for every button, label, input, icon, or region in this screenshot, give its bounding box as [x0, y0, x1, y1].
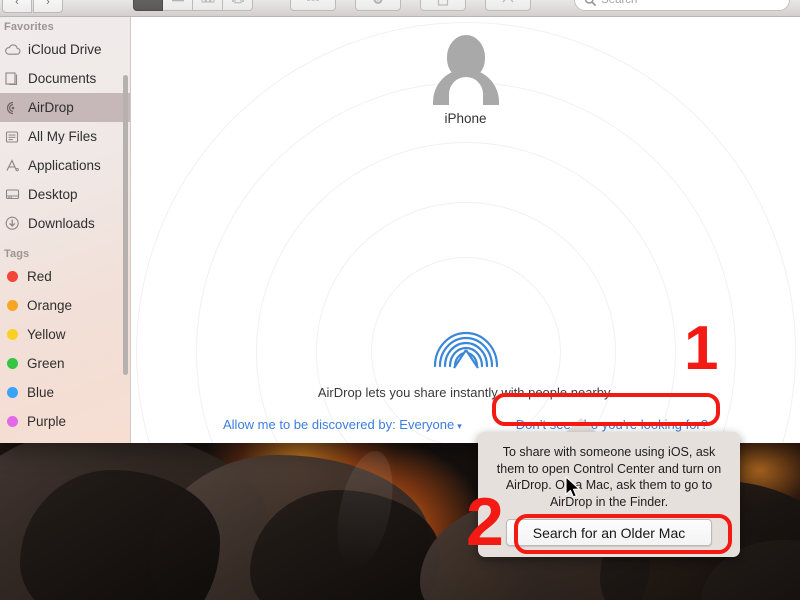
gear-icon [373, 0, 383, 4]
back-button[interactable]: ‹ [2, 0, 32, 13]
tag-dot-icon [7, 300, 18, 311]
sidebar-item-label: Documents [28, 71, 97, 86]
sidebar-item-downloads[interactable]: Downloads [0, 209, 130, 238]
arrange-button[interactable] [290, 0, 336, 11]
sidebar-scrollbar[interactable] [123, 75, 128, 375]
discovery-setting-link[interactable]: Allow me to be discovered by: Everyone ▾ [223, 417, 462, 432]
list-view-button[interactable] [163, 0, 193, 11]
avatar-neck-cut [448, 77, 483, 107]
list-view-icon [171, 0, 184, 2]
view-mode-segmented-control[interactable] [133, 0, 253, 11]
all-my-files-icon [4, 128, 21, 145]
airdrop-radar-logo [427, 294, 505, 372]
finder-window: ‹ › Search Favorites iCloud Drive Docume… [0, 0, 800, 443]
sidebar-item-label: Yellow [27, 327, 66, 342]
sidebar-item-label: Green [27, 356, 65, 371]
sidebar-item-icloud-drive[interactable]: iCloud Drive [0, 35, 130, 64]
icon-view-button[interactable] [133, 0, 163, 11]
sidebar-item-label: Red [27, 269, 52, 284]
arrange-icon [307, 0, 319, 1]
annotation-step-2: 2 [466, 484, 504, 560]
tag-dot-icon [7, 271, 18, 282]
search-icon [584, 0, 597, 7]
sidebar-item-label: iCloud Drive [28, 42, 102, 57]
sidebar-item-all-my-files[interactable]: All My Files [0, 122, 130, 151]
column-view-button[interactable] [193, 0, 223, 11]
airdrop-icon [4, 99, 21, 116]
annotation-highlight-box-1 [492, 393, 720, 426]
mouse-cursor [565, 476, 582, 505]
finder-toolbar: ‹ › Search [0, 0, 800, 17]
sidebar-item-tag-orange[interactable]: Orange [0, 291, 130, 320]
sidebar-item-tag-yellow[interactable]: Yellow [0, 320, 130, 349]
sidebar-item-label: All My Files [28, 129, 98, 144]
tag-dot-icon [7, 387, 18, 398]
icloud-icon [4, 41, 21, 58]
tags-button[interactable] [485, 0, 531, 11]
sidebar-item-label: Blue [27, 385, 55, 400]
sidebar-item-label: Downloads [28, 216, 95, 231]
sidebar-item-documents[interactable]: Documents [0, 64, 130, 93]
discovery-setting-label: Allow me to be discovered by: Everyone [223, 417, 455, 432]
tag-icon [502, 0, 514, 2]
popover-text: To share with someone using iOS, ask the… [496, 445, 722, 509]
tag-dot-icon [7, 416, 18, 427]
sidebar-item-label: Purple [27, 414, 67, 429]
sidebar-item-tag-red[interactable]: Red [0, 262, 130, 291]
applications-icon [4, 157, 21, 174]
tag-dot-icon [7, 329, 18, 340]
nav-segmented-control[interactable]: ‹ › [2, 0, 63, 13]
sidebar-item-desktop[interactable]: Desktop [0, 180, 130, 209]
sidebar-item-tag-green[interactable]: Green [0, 349, 130, 378]
sidebar-item-tag-purple[interactable]: Purple [0, 407, 130, 436]
desktop-icon [4, 186, 21, 203]
annotation-step-1: 1 [684, 314, 719, 383]
sidebar-item-label: Orange [27, 298, 73, 313]
chevron-down-icon: ▾ [457, 421, 462, 431]
forward-button[interactable]: › [33, 0, 63, 13]
sidebar-item-label: AirDrop [28, 100, 74, 115]
share-button[interactable] [420, 0, 466, 11]
icon-view-icon [142, 0, 155, 5]
sidebar-section-favorites-header: Favorites [4, 21, 54, 33]
avatar [429, 31, 503, 107]
sidebar-item-applications[interactable]: Applications [0, 151, 130, 180]
downloads-icon [4, 215, 21, 232]
finder-sidebar[interactable]: Favorites iCloud Drive Documents AirDrop [0, 17, 131, 443]
sidebar-item-label: Desktop [28, 187, 78, 202]
tag-dot-icon [7, 358, 18, 369]
search-placeholder-text: Search [601, 0, 638, 6]
sidebar-item-label: Applications [28, 158, 101, 173]
device-name-label: iPhone [444, 111, 487, 126]
sidebar-section-tags-header: Tags [4, 248, 30, 260]
search-input[interactable]: Search [574, 0, 790, 11]
share-icon [437, 0, 449, 6]
sidebar-item-tag-blue[interactable]: Blue [0, 378, 130, 407]
annotation-highlight-box-2 [514, 514, 732, 554]
gallery-view-button[interactable] [223, 0, 253, 11]
sidebar-item-airdrop[interactable]: AirDrop [0, 93, 130, 122]
column-view-icon [201, 0, 215, 3]
documents-icon [4, 70, 21, 87]
gallery-view-icon [231, 0, 244, 4]
action-button[interactable] [355, 0, 401, 11]
airdrop-contact[interactable]: iPhone [131, 31, 800, 126]
